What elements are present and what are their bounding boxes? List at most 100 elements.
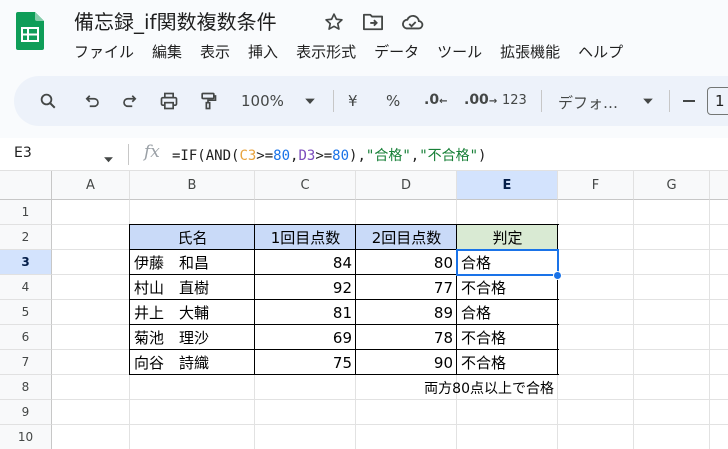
document-title[interactable]: 備忘録_if関数複数条件	[74, 6, 277, 35]
menu-insert[interactable]: 挿入	[248, 41, 278, 62]
fx-icon: fx	[144, 142, 160, 162]
active-cell-outline	[456, 249, 559, 276]
table-border	[129, 374, 559, 375]
row-header-7[interactable]: 7	[0, 350, 52, 375]
table-header-score1[interactable]: 1回目点数	[255, 225, 356, 250]
menu-data[interactable]: データ	[374, 41, 419, 62]
menu-file[interactable]: ファイル	[74, 41, 134, 62]
name-box[interactable]: E3	[14, 145, 32, 161]
table-cell-name[interactable]: 菊池 理沙	[130, 325, 255, 350]
row-header-8[interactable]: 8	[0, 375, 52, 400]
table-border	[129, 349, 559, 350]
select-all-corner[interactable]	[0, 171, 52, 200]
fill-handle[interactable]	[553, 271, 562, 280]
sheets-logo-icon[interactable]	[16, 12, 44, 50]
table-cell-name[interactable]: 伊藤 和昌	[130, 250, 255, 275]
table-cell-result[interactable]: 合格	[457, 300, 558, 325]
table-cell-name[interactable]: 向谷 詩織	[130, 350, 255, 375]
formula-divider	[128, 144, 129, 165]
column-header-c[interactable]: C	[255, 171, 356, 200]
arrow-left-icon: ←	[439, 96, 448, 107]
table-header-name[interactable]: 氏名	[130, 225, 255, 250]
table-border	[129, 324, 559, 325]
chevron-down-icon[interactable]	[103, 150, 114, 169]
column-header-f[interactable]: F	[558, 171, 634, 200]
table-cell-score1[interactable]: 75	[255, 350, 356, 375]
toolbar-divider	[541, 90, 542, 112]
spreadsheet-app: 備忘録_if関数複数条件 ファイル 編集 表示 挿入 表示形式 データ ツール …	[0, 0, 728, 449]
font-select[interactable]: デフォ…	[558, 92, 618, 113]
table-cell-score1[interactable]: 92	[255, 275, 356, 300]
table-cell-score2[interactable]: 89	[356, 300, 457, 325]
redo-icon[interactable]	[118, 89, 142, 113]
column-header-e[interactable]: E	[457, 171, 558, 200]
menu-extensions[interactable]: 拡張機能	[500, 41, 560, 62]
paint-format-icon[interactable]	[196, 89, 220, 113]
star-icon[interactable]	[322, 10, 346, 34]
search-icon[interactable]	[36, 89, 60, 113]
gridline	[709, 200, 710, 449]
undo-icon[interactable]	[80, 89, 104, 113]
toolbar-divider	[669, 90, 670, 112]
table-cell-score1[interactable]: 84	[255, 250, 356, 275]
table-header-score2[interactable]: 2回目点数	[356, 225, 457, 250]
column-header-h[interactable]	[710, 171, 728, 200]
toolbar-divider	[333, 90, 334, 112]
sheet-grid[interactable]: A B C D E F G 1 2 3 4 5 6 7 8 9 10 氏名 1回…	[0, 171, 728, 449]
menu-format[interactable]: 表示形式	[296, 41, 356, 62]
table-cell-score2[interactable]: 90	[356, 350, 457, 375]
table-cell-name[interactable]: 井上 大輔	[130, 300, 255, 325]
menu-help[interactable]: ヘルプ	[578, 41, 623, 62]
gridline	[633, 200, 634, 449]
move-folder-icon[interactable]	[361, 10, 385, 34]
minus-icon[interactable]	[677, 89, 701, 113]
menu-edit[interactable]: 編集	[152, 41, 182, 62]
table-cell-score2[interactable]: 77	[356, 275, 457, 300]
table-cell-name[interactable]: 村山 直樹	[130, 275, 255, 300]
table-cell-score1[interactable]: 81	[255, 300, 356, 325]
table-cell-score2[interactable]: 78	[356, 325, 457, 350]
table-note[interactable]: 両方80点以上で合格	[356, 375, 558, 400]
column-header-g[interactable]: G	[634, 171, 710, 200]
table-header-result[interactable]: 判定	[457, 225, 558, 250]
chevron-down-icon[interactable]	[636, 89, 660, 113]
cloud-saved-icon[interactable]	[400, 10, 424, 34]
row-header-3[interactable]: 3	[0, 250, 52, 275]
table-cell-result[interactable]: 不合格	[457, 325, 558, 350]
row-header-1[interactable]: 1	[0, 200, 52, 225]
table-cell-result[interactable]: 不合格	[457, 275, 558, 300]
print-icon[interactable]	[157, 89, 181, 113]
table-border	[456, 224, 457, 375]
increase-decimal-button[interactable]: .00→	[464, 92, 497, 108]
row-header-9[interactable]: 9	[0, 400, 52, 425]
row-header-2[interactable]: 2	[0, 225, 52, 250]
row-header-6[interactable]: 6	[0, 325, 52, 350]
table-cell-score2[interactable]: 80	[356, 250, 457, 275]
table-border	[254, 224, 255, 375]
decrease-decimal-button[interactable]: .0←	[424, 92, 447, 108]
row-header-10[interactable]: 10	[0, 425, 52, 449]
table-border	[355, 224, 356, 375]
column-header-d[interactable]: D	[356, 171, 457, 200]
table-border	[557, 224, 558, 375]
formula-input[interactable]: =IF(AND(C3>=80,D3>=80),"合格","不合格")	[172, 145, 486, 165]
column-header-a[interactable]: A	[52, 171, 130, 200]
menu-tools[interactable]: ツール	[437, 41, 482, 62]
table-cell-result[interactable]: 不合格	[457, 350, 558, 375]
menu-bar: ファイル 編集 表示 挿入 表示形式 データ ツール 拡張機能 ヘルプ	[74, 41, 641, 62]
table-border	[129, 224, 559, 225]
gridline	[52, 424, 728, 425]
currency-format-button[interactable]: ¥	[348, 92, 358, 110]
table-cell-score1[interactable]: 69	[255, 325, 356, 350]
number-format-button[interactable]: 123	[502, 93, 527, 108]
menu-view[interactable]: 表示	[200, 41, 230, 62]
zoom-select[interactable]: 100%	[241, 92, 284, 110]
formula-bar: E3 fx =IF(AND(C3>=80,D3>=80),"合格","不合格")	[0, 138, 728, 171]
table-border	[129, 224, 130, 375]
chevron-down-icon[interactable]	[298, 89, 322, 113]
font-size-input[interactable]: 1	[707, 87, 728, 115]
row-header-4[interactable]: 4	[0, 275, 52, 300]
percent-format-button[interactable]: %	[386, 92, 400, 110]
row-header-5[interactable]: 5	[0, 300, 52, 325]
column-header-b[interactable]: B	[130, 171, 255, 200]
